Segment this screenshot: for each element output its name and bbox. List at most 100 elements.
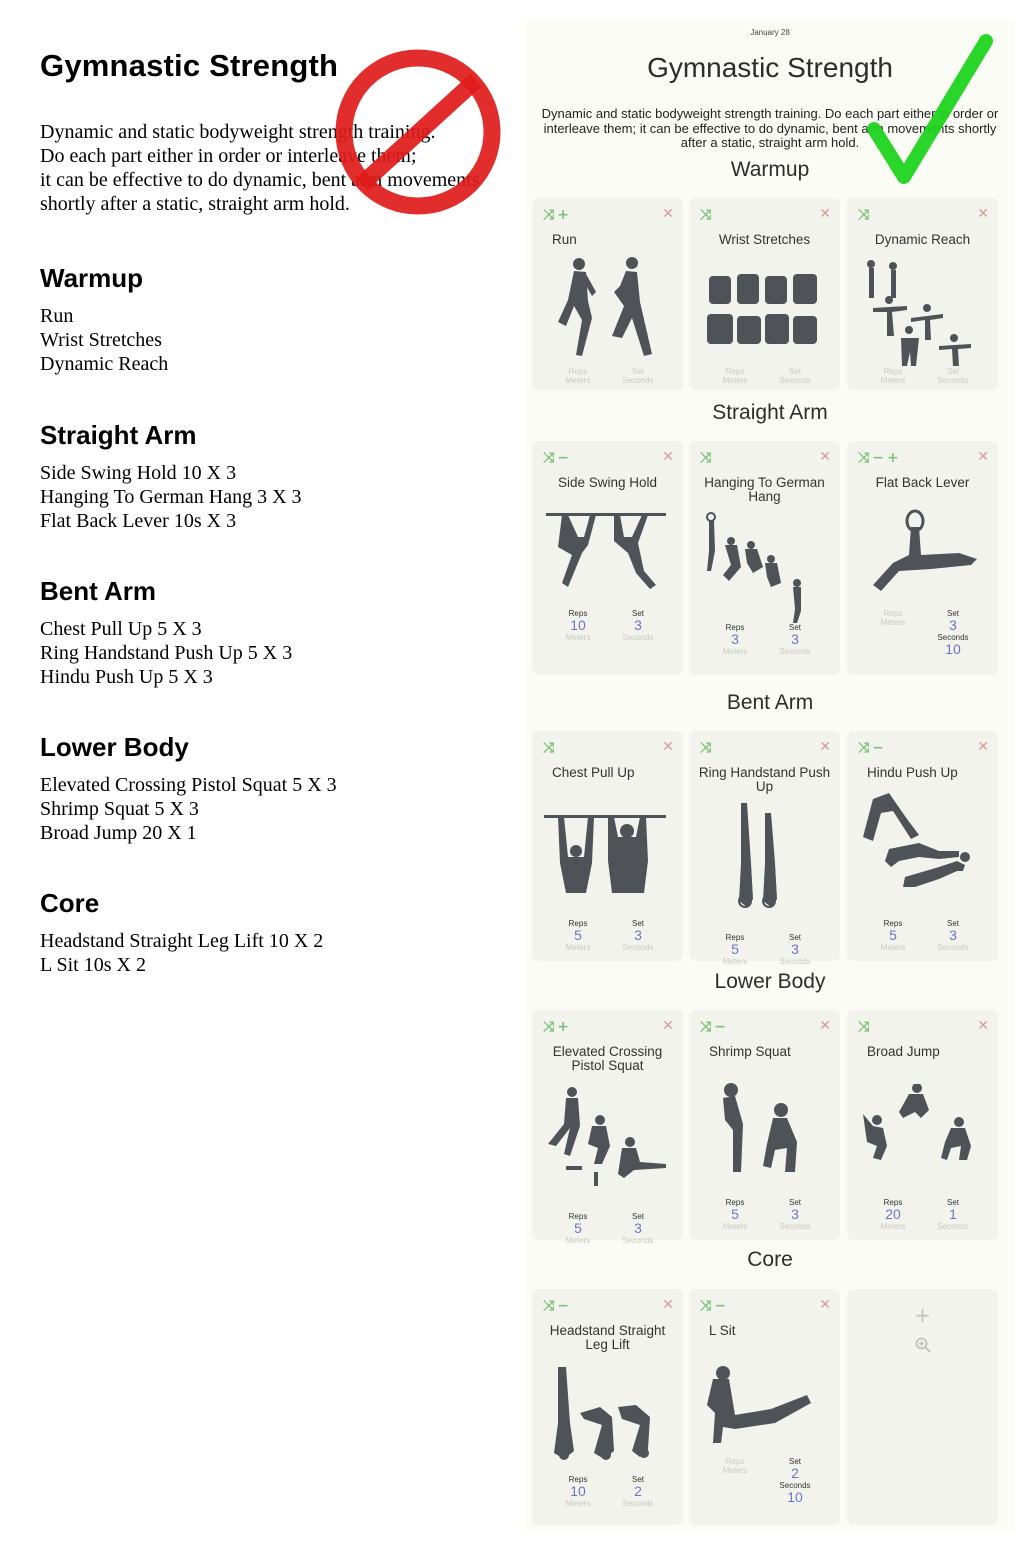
shuffle-icon[interactable]: ⤨ — [543, 1019, 554, 1035]
shuffle-icon[interactable]: ⤨ — [543, 1298, 554, 1314]
shuffle-icon[interactable]: ⤨ — [543, 740, 554, 756]
exercise-card-l-sit[interactable]: ⤨ − ✕ L Sit Reps Meters Set 2 Seconds 10 — [689, 1289, 840, 1525]
plus-icon[interactable]: + — [557, 207, 569, 223]
shuffle-icon[interactable]: ⤨ — [858, 1019, 869, 1035]
shuffle-icon[interactable]: ⤨ — [858, 207, 869, 223]
plus-icon[interactable]: + — [557, 1019, 569, 1035]
shuffle-icon[interactable]: ⤨ — [858, 450, 869, 466]
set-value[interactable]: 3 — [923, 618, 983, 633]
exercise-card-broad-jump[interactable]: ⤨ ✕ Broad Jump Reps 20 Meters Set 1 Seconds — [847, 1010, 998, 1240]
reps-value[interactable]: 5 — [705, 1207, 765, 1222]
minus-icon[interactable]: − — [557, 450, 569, 466]
seconds-label: Seconds — [622, 1499, 654, 1508]
exercise-card-ring-handstand-push-up[interactable]: ⤨ ✕ Ring Handstand Push Up Reps 5 Meters S… — [689, 731, 840, 966]
set-value[interactable]: 2 — [765, 1466, 825, 1481]
section-heading: Bent Arm — [40, 576, 157, 606]
minus-icon[interactable]: − — [872, 450, 884, 466]
set-label: Set — [631, 367, 644, 376]
exercise-card-hanging-to-german-hang[interactable]: ⤨ ✕ Hanging To German Hang Reps 3 Meters S… — [689, 441, 840, 675]
add-exercise-card[interactable]: + — [847, 1289, 998, 1525]
shuffle-icon[interactable]: ⤨ — [700, 207, 711, 223]
set-value[interactable]: 3 — [765, 942, 825, 957]
exercise-card-dynamic-reach[interactable]: ⤨ ✕ Dynamic Reach Reps Meters Set Seconds — [847, 198, 998, 390]
set-value[interactable]: 3 — [923, 928, 983, 943]
reps-value[interactable]: 5 — [705, 942, 765, 957]
shuffle-icon[interactable]: ⤨ — [700, 1019, 711, 1035]
exercise-name: Hindu Push Up — [867, 765, 958, 780]
set-label: Set — [788, 367, 801, 376]
exercise-card-hindu-push-up[interactable]: ⤨ − ✕ Hindu Push Up Reps 5 Meters Set 3 Secon… — [847, 731, 998, 961]
remove-exercise-button[interactable]: ✕ — [819, 1297, 831, 1313]
exercise-card-wrist-stretches[interactable]: ⤨ ✕ Wrist Stretches Reps Meters Set Second… — [689, 198, 840, 390]
exercise-name: Run — [552, 232, 577, 247]
shuffle-icon[interactable]: ⤨ — [858, 740, 869, 756]
section-title-core: Core — [747, 1248, 793, 1271]
minus-icon[interactable]: − — [714, 1298, 726, 1314]
remove-exercise-button[interactable]: ✕ — [819, 1018, 831, 1034]
section-heading: Core — [40, 888, 100, 918]
shuffle-icon[interactable]: ⤨ — [700, 740, 711, 756]
document-section-straight-arm: Straight Arm Side Swing Hold 10 X 3 Hang… — [40, 420, 510, 533]
remove-exercise-button[interactable]: ✕ — [819, 206, 831, 222]
document-section-lower-body: Lower Body Elevated Crossing Pistol Squa… — [40, 732, 510, 845]
exercise-line: Ring Handstand Push Up 5 X 3 — [40, 642, 293, 664]
minus-icon[interactable]: − — [872, 740, 884, 756]
remove-exercise-button[interactable]: ✕ — [662, 739, 674, 755]
reps-value[interactable]: 5 — [548, 928, 608, 943]
remove-exercise-button[interactable]: ✕ — [662, 206, 674, 222]
plus-icon[interactable]: + — [887, 450, 899, 466]
exercise-line: Chest Pull Up 5 X 3 — [40, 618, 202, 640]
remove-exercise-button[interactable]: ✕ — [977, 449, 989, 465]
zoom-in-icon[interactable] — [915, 1337, 931, 1353]
section-title-lower-body: Lower Body — [714, 970, 826, 993]
remove-exercise-button[interactable]: ✕ — [819, 739, 831, 755]
seconds-value[interactable]: 10 — [923, 642, 983, 657]
set-value[interactable]: 3 — [765, 1207, 825, 1222]
reps-value[interactable]: 3 — [705, 632, 765, 647]
set-value[interactable]: 2 — [608, 1484, 668, 1499]
reps-label: Reps — [883, 367, 903, 376]
set-value[interactable]: 3 — [765, 632, 825, 647]
description-line: Do each part either in order or interlea… — [40, 145, 417, 167]
remove-exercise-button[interactable]: ✕ — [977, 1018, 989, 1034]
remove-exercise-button[interactable]: ✕ — [977, 739, 989, 755]
remove-exercise-button[interactable]: ✕ — [662, 1018, 674, 1034]
shuffle-icon[interactable]: ⤨ — [543, 450, 554, 466]
exercise-name: Elevated Crossing Pistol Squat — [552, 1044, 663, 1073]
remove-exercise-button[interactable]: ✕ — [662, 449, 674, 465]
exercise-card-elevated-crossing-pistol-squat[interactable]: ⤨ + ✕ Elevated Crossing Pistol Squat Reps… — [532, 1010, 683, 1245]
exercise-card-run[interactable]: ⤨ + ✕ Run Reps Meters Set Seconds — [532, 198, 683, 390]
exercise-card-chest-pull-up[interactable]: ⤨ ✕ Chest Pull Up Reps 5 Meters Set 3 Second… — [532, 731, 683, 961]
reps-value[interactable]: 5 — [863, 928, 923, 943]
seconds-label: Seconds — [622, 1236, 654, 1245]
set-value[interactable]: 3 — [608, 1221, 668, 1236]
minus-icon[interactable]: − — [714, 1019, 726, 1035]
section-title-bent-arm: Bent Arm — [726, 691, 814, 714]
hindu-push-up-illustration — [863, 793, 970, 887]
remove-exercise-button[interactable]: ✕ — [662, 1297, 674, 1313]
exercise-name: Dynamic Reach — [874, 232, 971, 247]
set-value[interactable]: 3 — [608, 928, 668, 943]
exercise-card-side-swing-hold[interactable]: ⤨ − ✕ Side Swing Hold Reps 10 Meters Set 3 Se… — [532, 441, 683, 675]
add-exercise-icon[interactable]: + — [847, 1303, 998, 1327]
remove-exercise-button[interactable]: ✕ — [977, 206, 989, 222]
reps-value[interactable]: 5 — [548, 1221, 608, 1236]
set-value[interactable]: 3 — [608, 618, 668, 633]
exercise-card-shrimp-squat[interactable]: ⤨ − ✕ Shrimp Squat Reps 5 Meters Set 3 Second… — [689, 1010, 840, 1240]
reps-value[interactable]: 10 — [548, 618, 608, 633]
shuffle-icon[interactable]: ⤨ — [543, 207, 554, 223]
minus-icon[interactable]: − — [557, 1298, 569, 1314]
shuffle-icon[interactable]: ⤨ — [700, 450, 711, 466]
reps-value[interactable]: 20 — [863, 1207, 923, 1222]
exercise-card-headstand-straight-leg-lift[interactable]: ⤨ − ✕ Headstand Straight Leg Lift Reps 10 M… — [532, 1289, 683, 1525]
remove-exercise-button[interactable]: ✕ — [819, 449, 831, 465]
set-value[interactable]: 1 — [923, 1207, 983, 1222]
meters-label: Meters — [722, 1466, 748, 1475]
exercise-line: Headstand Straight Leg Lift 10 X 2 — [40, 930, 324, 952]
reps-label: Reps — [725, 1457, 745, 1466]
seconds-value[interactable]: 10 — [765, 1490, 825, 1505]
exercise-card-flat-back-lever[interactable]: ⤨ − + ✕ Flat Back Lever Reps Meters Set 3 Sec… — [847, 441, 998, 675]
reps-value[interactable]: 10 — [548, 1484, 608, 1499]
shuffle-icon[interactable]: ⤨ — [700, 1298, 711, 1314]
meters-label: Meters — [722, 376, 748, 385]
